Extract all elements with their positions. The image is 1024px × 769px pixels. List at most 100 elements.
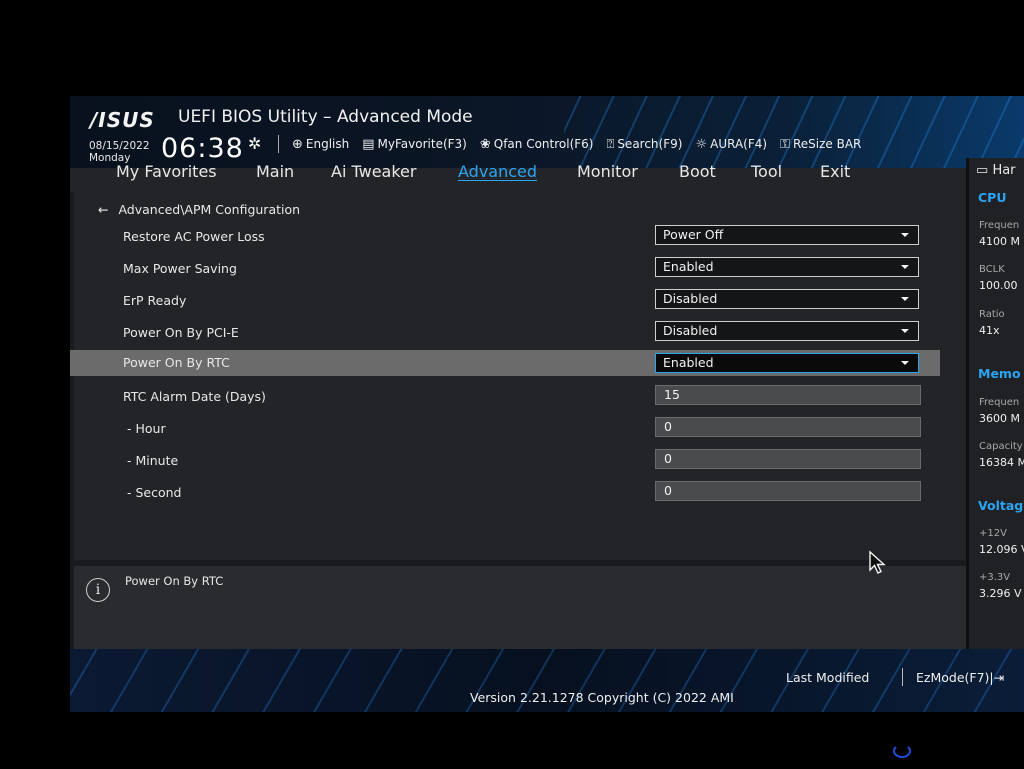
- aura-label: AURA(F4): [710, 137, 768, 151]
- last-modified-button[interactable]: Last Modified: [786, 670, 869, 685]
- mouse-cursor-icon: [869, 550, 886, 574]
- chevron-down-icon: [901, 361, 909, 365]
- setting-label: ErP Ready: [123, 293, 187, 308]
- bclk-value: 100.00: [979, 279, 1018, 292]
- dropdown-value: Disabled: [663, 291, 718, 306]
- voltage-section-title: Voltag: [978, 498, 1024, 513]
- tab-my-favorites[interactable]: My Favorites: [116, 162, 217, 181]
- minute-field[interactable]: 0: [655, 449, 921, 469]
- memory-frequency-label: Frequen: [979, 397, 1020, 408]
- setting-row-restore-ac-power-loss[interactable]: Restore AC Power Loss Power Off: [74, 224, 940, 250]
- power-on-by-pcie-dropdown[interactable]: Disabled: [655, 321, 919, 341]
- capacity-value: 16384 M: [979, 456, 1024, 469]
- chevron-down-icon: [901, 233, 909, 237]
- tab-exit[interactable]: Exit: [820, 162, 850, 181]
- ezmode-button[interactable]: EzMode(F7)|⇥: [916, 670, 1004, 685]
- setting-row-minute[interactable]: - Minute 0: [74, 448, 940, 474]
- resize-bar-button[interactable]: ⚿ ReSize BAR: [780, 135, 861, 153]
- tab-advanced[interactable]: Advanced: [458, 162, 537, 181]
- footer-bar: Last Modified EzMode(F7)|⇥ Version 2.21.…: [70, 649, 1024, 712]
- v12-value: 12.096 V: [979, 543, 1024, 556]
- setting-row-hour[interactable]: - Hour 0: [74, 416, 940, 442]
- toolbar-separator: [278, 135, 279, 153]
- tab-main[interactable]: Main: [256, 162, 294, 181]
- monitor-icon: ▭: [976, 163, 989, 178]
- chevron-down-icon: [901, 329, 909, 333]
- breadcrumb[interactable]: ← Advanced\APM Configuration: [98, 202, 300, 217]
- rtc-alarm-date-field[interactable]: 15: [655, 385, 921, 405]
- dropdown-value: Enabled: [663, 355, 714, 370]
- tab-boot[interactable]: Boot: [679, 162, 716, 181]
- memory-frequency-value: 3600 M: [979, 412, 1020, 425]
- resize-bar-label: ReSize BAR: [792, 137, 862, 151]
- second-field[interactable]: 0: [655, 481, 921, 501]
- setting-row-rtc-alarm-date[interactable]: RTC Alarm Date (Days) 15: [74, 384, 940, 410]
- setting-label: - Hour: [127, 421, 166, 436]
- language-button[interactable]: ⊕ English: [292, 135, 349, 153]
- info-icon: i: [86, 578, 110, 602]
- dropdown-value: Disabled: [663, 323, 718, 338]
- aura-button[interactable]: ☼ AURA(F4): [695, 135, 767, 153]
- field-value: 0: [664, 419, 672, 434]
- window-title: UEFI BIOS Utility – Advanced Mode: [178, 107, 473, 127]
- resize-bar-icon: ⚿: [780, 136, 790, 152]
- qfan-control-button[interactable]: ❀ Qfan Control(F6): [480, 135, 594, 153]
- v33-value: 3.296 V: [979, 587, 1022, 600]
- dropdown-value: Enabled: [663, 259, 714, 274]
- aura-icon: ☼: [695, 136, 708, 152]
- setting-label: RTC Alarm Date (Days): [123, 389, 266, 404]
- search-icon: ⍰: [606, 136, 615, 152]
- memory-section-title: Memo: [978, 366, 1021, 381]
- setting-row-max-power-saving[interactable]: Max Power Saving Enabled: [74, 256, 940, 282]
- version-text: Version 2.21.1278 Copyright (C) 2022 AMI: [470, 690, 734, 705]
- header-decoration: [564, 96, 1024, 168]
- back-arrow-icon[interactable]: ←: [98, 202, 108, 217]
- restore-ac-power-loss-dropdown[interactable]: Power Off: [655, 225, 919, 245]
- search-label: Search(F9): [617, 137, 683, 151]
- myfavorite-label: MyFavorite(F3): [377, 137, 467, 151]
- field-value: 15: [664, 387, 680, 402]
- hour-field[interactable]: 0: [655, 417, 921, 437]
- chevron-down-icon: [901, 297, 909, 301]
- setting-row-second[interactable]: - Second 0: [74, 480, 940, 506]
- setting-row-power-on-by-rtc[interactable]: Power On By RTC Enabled: [70, 350, 940, 376]
- max-power-saving-dropdown[interactable]: Enabled: [655, 257, 919, 277]
- ratio-value: 41x: [979, 324, 1000, 337]
- search-button[interactable]: ⍰ Search(F9): [607, 135, 683, 153]
- header-bar: /ISUS UEFI BIOS Utility – Advanced Mode …: [70, 96, 1024, 168]
- setting-label: Restore AC Power Loss: [123, 229, 265, 244]
- date-display: 08/15/2022 Monday: [89, 140, 150, 164]
- field-value: 0: [664, 483, 672, 498]
- dropdown-value: Power Off: [663, 227, 724, 242]
- chevron-down-icon: [901, 265, 909, 269]
- tab-tool[interactable]: Tool: [751, 162, 782, 181]
- setting-row-erp-ready[interactable]: ErP Ready Disabled: [74, 288, 940, 314]
- v33-label: +3.3V: [979, 572, 1011, 583]
- setting-row-power-on-by-pcie[interactable]: Power On By PCI-E Disabled: [74, 320, 940, 346]
- v12-label: +12V: [979, 528, 1007, 539]
- globe-icon: ⊕: [292, 136, 303, 152]
- tab-ai-tweaker[interactable]: Ai Tweaker: [331, 162, 416, 181]
- setting-label: Power On By PCI-E: [123, 325, 239, 340]
- gear-icon[interactable]: ✲: [248, 134, 261, 153]
- setting-label: Max Power Saving: [123, 261, 237, 276]
- monitor-power-led: [893, 744, 911, 758]
- setting-label: - Second: [127, 485, 182, 500]
- cpu-section-title: CPU: [978, 190, 1007, 205]
- favorite-icon: ▤: [362, 136, 375, 152]
- cpu-frequency-label: Frequen: [979, 220, 1020, 231]
- erp-ready-dropdown[interactable]: Disabled: [655, 289, 919, 309]
- power-on-by-rtc-dropdown[interactable]: Enabled: [655, 353, 919, 373]
- cpu-frequency-value: 4100 M: [979, 235, 1020, 248]
- ezmode-label: EzMode(F7)|: [916, 670, 994, 685]
- tab-monitor[interactable]: Monitor: [577, 162, 638, 181]
- myfavorite-button[interactable]: ▤ MyFavorite(F3): [362, 135, 467, 153]
- main-tabs: My Favorites Main Ai Tweaker Advanced Mo…: [70, 162, 1024, 192]
- ratio-label: Ratio: [979, 309, 1005, 320]
- settings-panel: ← Advanced\APM Configuration Restore AC …: [70, 192, 966, 560]
- footer-separator: [902, 668, 903, 686]
- fan-icon: ❀: [479, 136, 491, 152]
- exit-arrow-icon: ⇥: [993, 670, 1005, 685]
- clock-time: 06:38: [161, 133, 244, 164]
- help-text: Power On By RTC: [125, 574, 224, 588]
